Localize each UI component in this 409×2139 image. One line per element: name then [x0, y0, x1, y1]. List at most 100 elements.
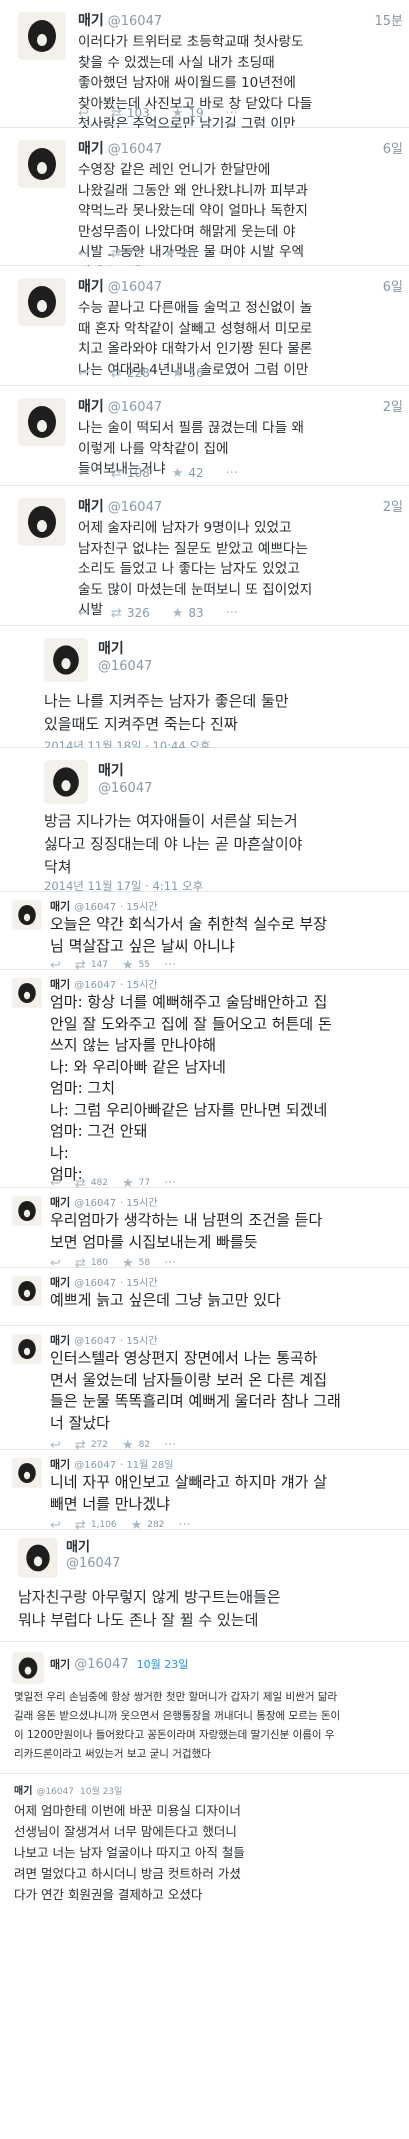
avatar[interactable]	[12, 1652, 44, 1684]
timestamp[interactable]: · 15시간	[120, 1278, 157, 1289]
timestamp[interactable]: · 15시간	[120, 1198, 157, 1209]
user-handle[interactable]: @16047	[108, 400, 162, 415]
more-icon: ···	[225, 365, 239, 381]
retweet-button[interactable]: ⇄ 228	[111, 366, 150, 381]
timestamp[interactable]: 2일	[383, 396, 403, 415]
avatar[interactable]	[12, 1334, 42, 1364]
favorite-count: 42	[188, 466, 204, 480]
timestamp[interactable]: 15분	[374, 10, 403, 29]
user-handle[interactable]: @16047	[98, 658, 399, 676]
retweet-icon: ⇄	[110, 105, 122, 121]
reply-button[interactable]: ↩	[78, 106, 89, 121]
favorite-button[interactable]: ★ 56	[172, 366, 204, 381]
timestamp[interactable]: 10월 23일	[137, 1658, 189, 1671]
user-handle[interactable]: @16047	[66, 1556, 120, 1571]
user-name[interactable]: 매기	[14, 1786, 32, 1797]
user-handle[interactable]: @16047	[108, 280, 162, 295]
more-button[interactable]: ···	[226, 106, 238, 121]
avatar[interactable]	[18, 398, 66, 446]
user-name[interactable]: 매기	[98, 763, 124, 779]
timestamp[interactable]: 6일	[383, 276, 403, 295]
favorite-button[interactable]: ★ 42	[172, 466, 204, 481]
user-name[interactable]: 매기	[50, 1196, 70, 1209]
tweet: 매기 @16047 2일 나는 술이 떡되서 필름 끊겼는데 다들 왜 이렇게 나…	[0, 386, 409, 486]
timestamp[interactable]: 10월 23일	[80, 1787, 122, 1797]
user-name[interactable]: 매기	[50, 900, 70, 913]
avatar[interactable]	[12, 900, 42, 930]
reply-button[interactable]: ↩	[78, 366, 89, 381]
tweet-detail: 매기 @16047 나는 나를 지켜주는 남자가 좋은데 둘만 있을때도 지켜주면…	[0, 626, 409, 753]
retweet-button[interactable]: ⇄ 103	[111, 106, 150, 121]
user-name[interactable]: 매기	[50, 1458, 70, 1471]
avatar[interactable]	[12, 1276, 42, 1306]
reply-button[interactable]: ↩	[78, 606, 89, 621]
favorite-button[interactable]: ★ 19	[172, 106, 204, 121]
user-handle[interactable]: @16047	[74, 902, 116, 913]
user-name[interactable]: 매기	[78, 13, 104, 29]
user-name[interactable]: 매기	[98, 641, 124, 657]
timestamp[interactable]: · 15시간	[120, 980, 157, 991]
avatar[interactable]	[12, 1196, 42, 1226]
tweet-text: 예쁘게 늙고 싶은데 그냥 늙고만 있다	[50, 1291, 281, 1309]
user-handle[interactable]: @16047	[108, 500, 162, 515]
user-name[interactable]: 매기	[66, 1540, 90, 1555]
retweet-button[interactable]: ⇄ 72	[111, 246, 142, 261]
tweet: 매기 @16047 · 15시간 엄마: 항상 너를 예뻐해주고 술담배안하고 집 …	[0, 970, 409, 1191]
reply-icon: ↩	[78, 365, 89, 381]
user-name[interactable]: 매기	[50, 1658, 70, 1671]
user-name[interactable]: 매기	[78, 499, 104, 515]
tweet-text: 오늘은 약간 회식가서 술 취한척 실수로 부장 님 멱살잡고 싶은 날씨 아니…	[50, 915, 328, 955]
avatar[interactable]	[18, 278, 66, 326]
user-name[interactable]: 매기	[50, 1334, 70, 1347]
timestamp[interactable]: · 15시간	[120, 1336, 157, 1347]
reply-button[interactable]: ↩	[78, 246, 89, 261]
reply-button[interactable]: ↩	[78, 466, 89, 481]
favorite-count: 83	[188, 606, 204, 620]
favorite-button[interactable]: ★ 28	[164, 246, 196, 261]
more-button[interactable]: ···	[226, 366, 238, 381]
more-button[interactable]: ···	[218, 246, 230, 261]
avatar[interactable]	[18, 1538, 58, 1578]
user-handle[interactable]: @16047	[74, 1278, 116, 1289]
tweet-detail: 매기 @16047 방금 지나가는 여자애들이 서른살 되는거 싫다고 징징대는데…	[0, 748, 409, 893]
tweet: 매기 @16047 · 11월 28일 니네 자꾸 애인보고 살빼라고 하지마 걔가…	[0, 1450, 409, 1533]
avatar[interactable]	[44, 638, 88, 682]
timestamp[interactable]: · 11월 28일	[120, 1460, 173, 1471]
user-name[interactable]: 매기	[78, 141, 104, 157]
user-name[interactable]: 매기	[50, 1276, 70, 1289]
more-button[interactable]: ···	[226, 466, 238, 481]
more-icon: ···	[218, 245, 231, 261]
avatar[interactable]	[18, 140, 66, 188]
tweet-header: 매기 @16047	[98, 762, 399, 796]
user-handle[interactable]: @16047	[74, 1198, 116, 1209]
user-name[interactable]: 매기	[78, 399, 104, 415]
timestamp[interactable]: 6일	[383, 138, 403, 157]
more-icon: ···	[225, 465, 239, 481]
user-handle[interactable]: @16047	[108, 14, 162, 29]
avatar[interactable]	[12, 1458, 42, 1488]
timestamp[interactable]: · 15시간	[120, 902, 157, 913]
avatar[interactable]	[12, 978, 42, 1008]
favorite-button[interactable]: ★ 83	[172, 606, 204, 621]
retweet-count: 326	[126, 606, 150, 620]
retweet-button[interactable]: ⇄ 108	[111, 466, 150, 481]
user-handle[interactable]: @16047	[36, 1787, 74, 1797]
user-handle[interactable]: @16047	[74, 1460, 116, 1471]
tweet-text: 남자친구랑 아무렇지 않게 방구트는애들은 뭐냐 부럽다 나도 존나 잘 뀔 수…	[18, 1588, 281, 1629]
user-handle[interactable]: @16047	[98, 780, 399, 798]
user-name[interactable]: 매기	[78, 279, 104, 295]
user-handle[interactable]: @16047	[108, 142, 162, 157]
retweet-count: 482	[90, 1178, 108, 1188]
favorite-count: 55	[138, 960, 151, 970]
avatar[interactable]	[44, 760, 88, 804]
user-handle[interactable]: @16047	[74, 1657, 128, 1672]
avatar[interactable]	[18, 498, 66, 546]
retweet-button[interactable]: ⇄ 326	[111, 606, 150, 621]
avatar[interactable]	[18, 12, 66, 60]
user-handle[interactable]: @16047	[74, 980, 116, 991]
more-button[interactable]: ···	[226, 606, 238, 621]
user-handle[interactable]: @16047	[74, 1336, 116, 1347]
tweet-actions: ↩ ⇄ 108 ★ 42 ···	[78, 464, 395, 482]
user-name[interactable]: 매기	[50, 978, 70, 991]
timestamp[interactable]: 2일	[383, 496, 403, 515]
